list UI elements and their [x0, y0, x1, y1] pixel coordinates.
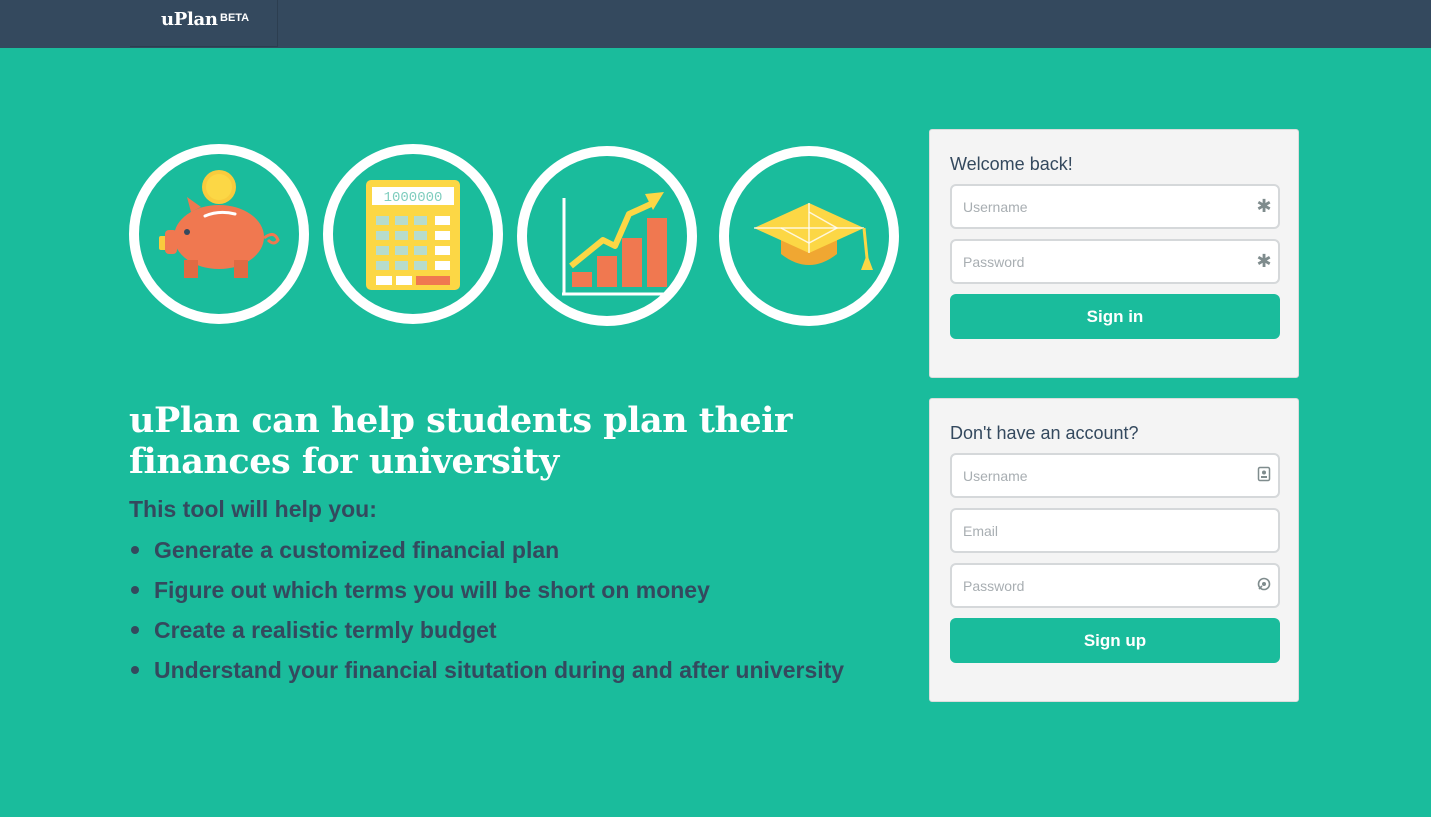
list-item: Create a realistic termly budget	[129, 616, 844, 656]
piggy-bank-icon	[129, 144, 309, 324]
signin-username-input[interactable]	[952, 186, 1278, 227]
signup-username-input[interactable]	[952, 455, 1278, 496]
signup-button[interactable]: Sign up	[950, 618, 1280, 663]
bullet-dot	[131, 586, 139, 594]
signup-username-field[interactable]	[950, 453, 1280, 498]
feature-text: Figure out which terms you will be short…	[154, 577, 710, 603]
signin-button[interactable]: Sign in	[950, 294, 1280, 339]
hero-headline: uPlan can help students plan their finan…	[129, 400, 792, 482]
signup-password-field[interactable]	[950, 563, 1280, 608]
feature-text: Create a realistic termly budget	[154, 617, 497, 643]
feature-text: Understand your financial situtation dur…	[154, 657, 845, 683]
signin-username-field[interactable]: ✱	[950, 184, 1280, 229]
signup-email-field[interactable]	[950, 508, 1280, 553]
top-navbar: uPlan BETA	[0, 0, 1431, 48]
bullet-dot	[131, 626, 139, 634]
signin-card: Welcome back! ✱ ✱ Sign in	[929, 129, 1299, 378]
contact-card-icon	[1256, 466, 1272, 484]
brand-name: uPlan	[161, 9, 218, 30]
bullet-dot	[131, 666, 139, 674]
password-reveal-icon[interactable]	[1256, 576, 1272, 594]
signup-password-input[interactable]	[952, 565, 1278, 606]
asterisk-icon: ✱	[1256, 196, 1272, 216]
calculator-display: 1000000	[384, 190, 443, 206]
brand-logo[interactable]: uPlan BETA	[130, 0, 278, 47]
list-item: Generate a customized financial plan	[129, 536, 844, 576]
signup-email-input[interactable]	[952, 510, 1278, 551]
growth-chart-icon	[517, 146, 697, 326]
bullet-dot	[131, 546, 139, 554]
feature-list: Generate a customized financial plan Fig…	[129, 536, 844, 696]
list-item: Figure out which terms you will be short…	[129, 576, 844, 616]
signup-card: Don't have an account? Sign up	[929, 398, 1299, 702]
feature-text: Generate a customized financial plan	[154, 537, 560, 563]
hero-subhead: This tool will help you:	[129, 496, 377, 522]
list-item: Understand your financial situtation dur…	[129, 656, 844, 696]
asterisk-icon: ✱	[1256, 251, 1272, 271]
signin-password-input[interactable]	[952, 241, 1278, 282]
calculator-icon: 1000000	[323, 144, 503, 324]
signin-title: Welcome back!	[950, 154, 1073, 174]
graduation-cap-icon	[719, 146, 899, 326]
signup-title: Don't have an account?	[950, 423, 1139, 443]
beta-badge: BETA	[220, 12, 250, 24]
signin-password-field[interactable]: ✱	[950, 239, 1280, 284]
